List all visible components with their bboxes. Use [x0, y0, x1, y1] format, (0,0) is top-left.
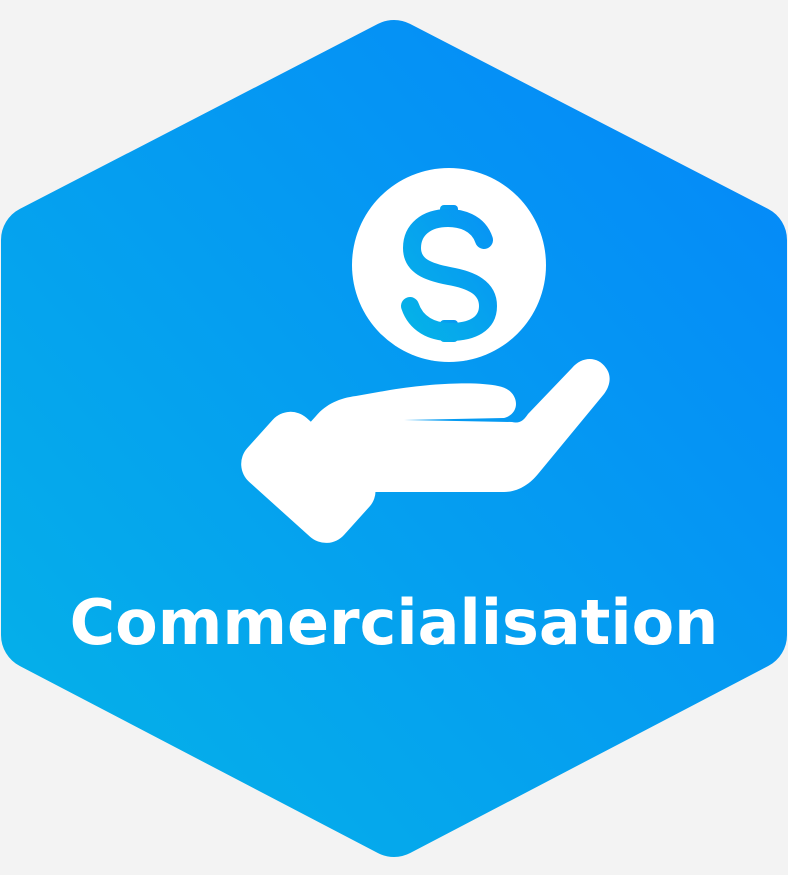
hexagon-badge: [1, 20, 787, 857]
commercialisation-badge: Commercialisation: [0, 0, 788, 875]
badge-label: Commercialisation: [69, 586, 719, 659]
